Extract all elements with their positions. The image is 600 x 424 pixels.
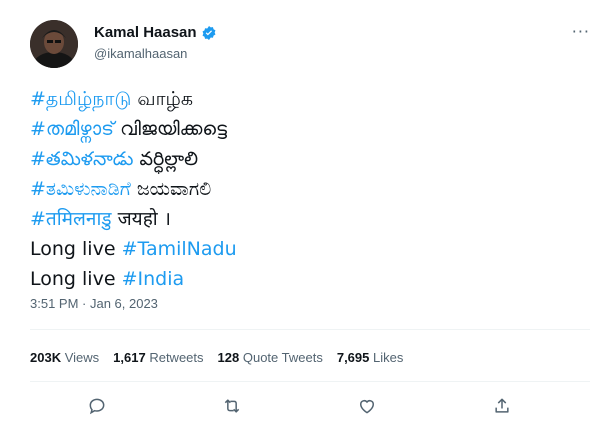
tweet-line-english-tamilnadu: Long live #TamilNadu <box>30 234 570 264</box>
views-label: Views <box>64 350 100 365</box>
tweet-line-english-india: Long live #India <box>30 264 570 294</box>
likes-count: 7,695 <box>336 350 370 365</box>
share-icon[interactable] <box>492 396 514 418</box>
retweets-label: Retweets <box>149 350 204 365</box>
divider <box>30 329 590 330</box>
hashtag-link[interactable]: #തമിഴ്നാട് <box>30 118 114 140</box>
quote-tweets-label: Quote Tweets <box>242 350 323 365</box>
author-name-row[interactable]: Kamal Haasan <box>94 24 217 41</box>
tweet-line-text: Long live <box>30 238 122 260</box>
author-handle[interactable]: @ikamalhaasan <box>94 46 187 61</box>
tweet-line-text: ಜಯವಾಗಲಿ <box>130 178 212 200</box>
reply-icon[interactable] <box>87 396 109 418</box>
tweet-line-telugu: #తమిళనాడు వర్ధిల్లాలి <box>30 144 570 174</box>
like-icon[interactable] <box>357 396 379 418</box>
tweet-line-text: வாழ்க <box>131 88 193 110</box>
views-stat[interactable]: 203K Views <box>30 350 99 365</box>
retweets-count: 1,617 <box>113 350 146 365</box>
hashtag-link[interactable]: #ತಮಿಳುನಾಡಿಗೆ <box>30 178 131 200</box>
likes-label: Likes <box>373 350 404 365</box>
tweet-text: #தமிழ்நாடு வாழ்க #തമിഴ്നാട് വിജയിക്കട്ടെ… <box>30 84 570 294</box>
tweet-stats: 203K Views 1,617 Retweets 128 Quote Twee… <box>30 350 403 365</box>
tweet-line-text: Long live <box>30 268 122 290</box>
more-options-button[interactable]: ··· <box>572 22 590 41</box>
tweet-line-text: जयहो । <box>111 208 171 230</box>
quote-tweets-stat[interactable]: 128 Quote Tweets <box>218 350 323 365</box>
views-count: 203K <box>30 350 62 365</box>
hashtag-link[interactable]: #तमिलनाडु <box>30 208 112 230</box>
tweet-timestamp[interactable]: 3:51 PM · Jan 6, 2023 <box>30 296 158 311</box>
tweet-line-text: വിജയിക്കട്ടെ <box>114 118 228 140</box>
retweet-icon[interactable] <box>222 396 244 418</box>
verified-badge-icon <box>201 25 217 41</box>
likes-stat[interactable]: 7,695 Likes <box>337 350 404 365</box>
hashtag-link[interactable]: #India <box>122 268 185 290</box>
divider <box>30 381 590 382</box>
hashtag-link[interactable]: #TamilNadu <box>122 238 237 260</box>
tweet-line-text: వర్ధిల్లాలి <box>133 148 199 170</box>
tweet-line-malayalam: #തമിഴ്നാട് വിജയിക്കട്ടെ <box>30 114 570 144</box>
tweet-line-tamil: #தமிழ்நாடு வாழ்க <box>30 84 570 114</box>
avatar[interactable] <box>30 20 78 68</box>
tweet-actions <box>30 396 570 418</box>
avatar-portrait-icon <box>30 20 78 68</box>
hashtag-link[interactable]: #தமிழ்நாடு <box>30 88 131 110</box>
quote-tweets-count: 128 <box>217 350 240 365</box>
tweet-card: Kamal Haasan @ikamalhaasan ··· #தமிழ்நாட… <box>0 0 600 424</box>
hashtag-link[interactable]: #తమిళనాడు <box>30 148 133 170</box>
author-name[interactable]: Kamal Haasan <box>94 24 197 41</box>
retweets-stat[interactable]: 1,617 Retweets <box>113 350 203 365</box>
tweet-line-kannada: #ತಮಿಳುನಾಡಿಗೆ ಜಯವಾಗಲಿ <box>30 174 570 204</box>
tweet-line-hindi: #तमिलनाडु जयहो । <box>30 204 570 234</box>
